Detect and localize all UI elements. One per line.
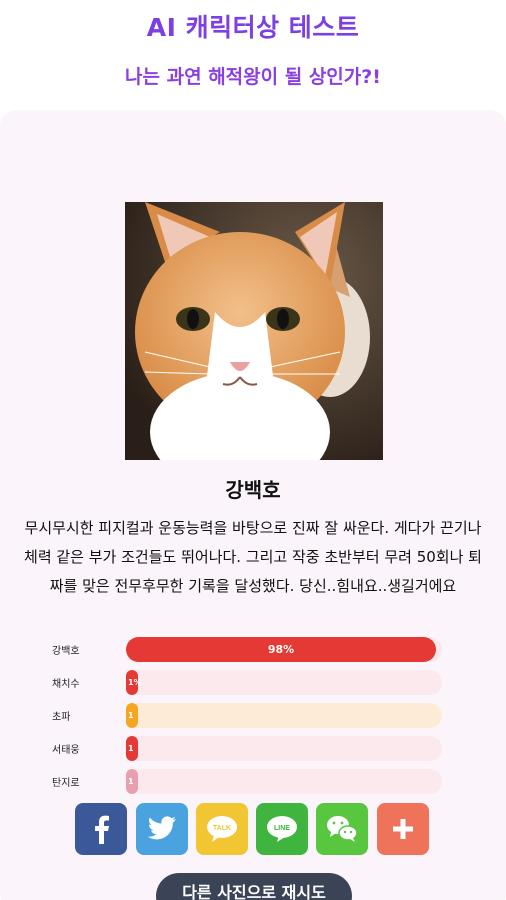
character-description: 무시무시한 피지컬과 운동능력을 바탕으로 진짜 잘 싸운다. 게다가 끈기나 … [24,519,482,595]
score-row: 탄지로 1 [0,768,506,794]
score-track: 98% [126,637,442,662]
score-track: 1 [126,736,442,761]
line-share-button[interactable]: LINE [256,803,308,855]
uploaded-photo [125,202,383,460]
share-buttons: TALK LINE [0,803,506,855]
score-row: 초파 1 [0,702,506,728]
score-row: 채치수 1% [0,669,506,695]
score-percent: 1 [128,777,134,786]
score-label: 탄지로 [52,778,80,789]
kakaotalk-icon: TALK [207,816,237,842]
score-label: 서태웅 [52,745,80,756]
score-track: 1% [126,670,442,695]
cat-photo-image [125,202,383,460]
score-percent: 1 [128,744,134,753]
page-subtitle: 나는 과연 해적왕이 될 상인가?! [125,66,381,88]
score-percent: 1% [128,678,142,687]
page-title: AI 캐릭터상 테스트 [146,13,360,42]
line-icon: LINE [267,816,297,842]
retry-button[interactable]: 다른 사진으로 재시도 [156,873,352,900]
score-row: 서태웅 1 [0,735,506,761]
score-track: 1 [126,703,442,728]
score-percent: 98% [267,643,295,656]
wechat-icon [327,816,358,842]
score-label: 초파 [52,712,71,723]
plus-icon [393,819,413,839]
twitter-icon [147,816,176,840]
score-label: 강백호 [52,646,80,657]
score-track: 1 [126,769,442,794]
score-row: 강백호 98% [0,636,506,662]
character-name: 강백호 [225,478,281,502]
kakaotalk-icon-text: TALK [213,825,231,832]
kakaotalk-share-button[interactable]: TALK [196,803,248,855]
line-icon-text: LINE [274,825,290,832]
score-percent: 1 [128,711,134,720]
facebook-share-button[interactable] [75,803,127,855]
wechat-share-button[interactable] [316,803,368,855]
more-share-button[interactable] [377,803,429,855]
facebook-icon [95,815,109,844]
twitter-share-button[interactable] [136,803,188,855]
score-label: 채치수 [52,679,80,690]
